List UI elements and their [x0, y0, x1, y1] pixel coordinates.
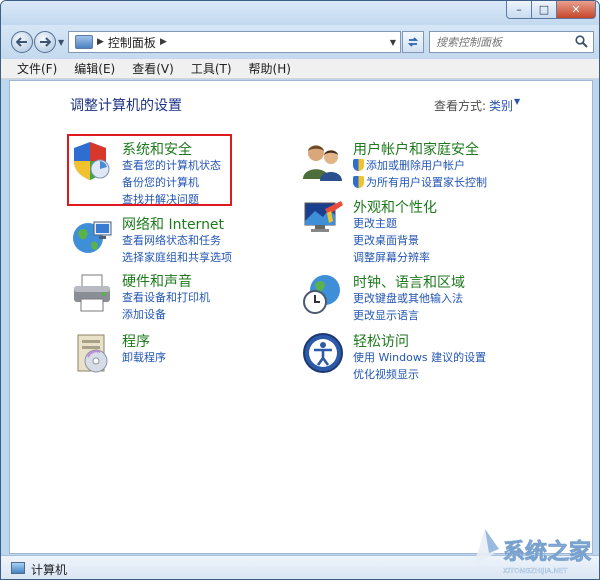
- menu-edit[interactable]: 编辑(E): [66, 59, 124, 79]
- category-title[interactable]: 轻松访问: [353, 331, 409, 351]
- control-panel-window: – □ ✕ ▼ ▶ 控制面板 ▶ ▼ 文件(F) 编辑(E) 查看(V) 工具(…: [0, 0, 600, 580]
- category-user-accounts: 用户帐户和家庭安全 添加或删除用户帐户 为所有用户设置家长控制: [301, 139, 501, 189]
- menu-help[interactable]: 帮助(H): [241, 59, 300, 79]
- watermark-text: 系统之家: [503, 539, 592, 565]
- link-homegroup-sharing[interactable]: 选择家庭组和共享选项: [122, 249, 232, 265]
- category-title[interactable]: 外观和个性化: [353, 197, 437, 217]
- programs-icon: [77, 334, 108, 373]
- control-panel-small-icon: [75, 35, 93, 49]
- view-by-dropdown[interactable]: 类别: [489, 97, 513, 114]
- category-title[interactable]: 程序: [122, 331, 150, 351]
- back-button[interactable]: [11, 31, 33, 53]
- watermark-subtext: XITONGZHIJIA.NET: [503, 567, 568, 575]
- category-title[interactable]: 用户帐户和家庭安全: [353, 139, 479, 159]
- breadcrumb-separator-icon[interactable]: ▶: [97, 37, 104, 47]
- search-input[interactable]: [436, 35, 574, 49]
- view-by-dropdown-icon[interactable]: ▼: [514, 97, 520, 106]
- address-bar[interactable]: ▶ 控制面板 ▶ ▼: [68, 31, 401, 53]
- control-panel-content: 调整计算机的设置 查看方式: 类别 ▼ 系统和安全 查看您的计算机状态 备份您的…: [9, 80, 593, 554]
- breadcrumb-control-panel[interactable]: 控制面板: [108, 34, 156, 51]
- navigation-bar: ▼ ▶ 控制面板 ▶ ▼: [1, 25, 599, 59]
- link-change-theme[interactable]: 更改主题: [353, 215, 397, 231]
- minimize-button[interactable]: –: [506, 1, 532, 19]
- ease-of-access-icon: [303, 333, 343, 373]
- category-title[interactable]: 硬件和声音: [122, 271, 192, 291]
- category-ease-of-access: 轻松访问 使用 Windows 建议的设置 优化视频显示: [301, 331, 501, 381]
- menu-view[interactable]: 查看(V): [124, 59, 183, 79]
- printer-icon: [74, 274, 110, 312]
- back-arrow-icon: [16, 37, 27, 47]
- users-icon: [303, 145, 342, 181]
- search-box[interactable]: [429, 31, 594, 53]
- forward-arrow-icon: [40, 37, 51, 47]
- link-add-remove-accounts[interactable]: 添加或删除用户帐户: [353, 157, 465, 173]
- link-uninstall-program[interactable]: 卸载程序: [122, 349, 166, 365]
- uac-shield-icon: [353, 176, 364, 188]
- category-network-internet: 网络和 Internet 查看网络状态和任务 选择家庭组和共享选项: [70, 214, 240, 264]
- category-title[interactable]: 时钟、语言和区域: [353, 272, 465, 292]
- forward-button[interactable]: [34, 31, 56, 53]
- title-bar[interactable]: – □ ✕: [1, 1, 599, 25]
- highlight-box: [67, 134, 232, 206]
- close-button[interactable]: ✕: [556, 1, 596, 19]
- category-title[interactable]: 网络和 Internet: [122, 214, 224, 234]
- link-change-input-methods[interactable]: 更改键盘或其他输入法: [353, 290, 463, 306]
- menu-tools[interactable]: 工具(T): [183, 59, 241, 79]
- search-icon[interactable]: [575, 35, 588, 48]
- category-clock-language-region: 时钟、语言和区域 更改键盘或其他输入法 更改显示语言: [301, 272, 501, 322]
- link-change-desktop-background[interactable]: 更改桌面背景: [353, 232, 419, 248]
- clock-globe-icon: [303, 275, 340, 314]
- category-programs: 程序 卸载程序: [70, 331, 240, 377]
- watermark-logo: 系统之家 XITONGZHIJIA.NET: [473, 529, 592, 575]
- network-globe-icon: [73, 221, 112, 253]
- recent-pages-dropdown[interactable]: ▼: [58, 38, 64, 47]
- link-optimize-visual-display[interactable]: 优化视频显示: [353, 366, 419, 382]
- link-devices-printers[interactable]: 查看设备和打印机: [122, 289, 210, 305]
- uac-shield-icon: [353, 159, 364, 171]
- page-title: 调整计算机的设置: [70, 98, 182, 114]
- breadcrumb-separator-icon[interactable]: ▶: [160, 37, 167, 47]
- link-recommended-settings[interactable]: 使用 Windows 建议的设置: [353, 349, 486, 365]
- link-add-device[interactable]: 添加设备: [122, 306, 166, 322]
- link-label: 为所有用户设置家长控制: [366, 176, 487, 189]
- maximize-button[interactable]: □: [531, 1, 557, 19]
- link-label: 添加或删除用户帐户: [366, 159, 465, 172]
- link-change-display-language[interactable]: 更改显示语言: [353, 307, 419, 323]
- category-hardware-sound: 硬件和声音 查看设备和打印机 添加设备: [70, 271, 240, 321]
- link-parental-controls[interactable]: 为所有用户设置家长控制: [353, 174, 487, 190]
- address-dropdown-icon[interactable]: ▼: [390, 38, 396, 47]
- link-adjust-resolution[interactable]: 调整屏幕分辨率: [353, 249, 430, 265]
- menu-file[interactable]: 文件(F): [9, 59, 66, 79]
- computer-icon: [11, 562, 25, 574]
- status-text: 计算机: [31, 563, 68, 577]
- refresh-button[interactable]: [402, 31, 424, 53]
- appearance-icon: [304, 201, 343, 232]
- menu-bar: 文件(F) 编辑(E) 查看(V) 工具(T) 帮助(H): [1, 59, 599, 79]
- category-appearance: 外观和个性化 更改主题 更改桌面背景 调整屏幕分辨率: [301, 197, 501, 264]
- refresh-icon: [407, 37, 419, 47]
- link-network-status[interactable]: 查看网络状态和任务: [122, 232, 221, 248]
- view-by-label: 查看方式:: [434, 99, 487, 113]
